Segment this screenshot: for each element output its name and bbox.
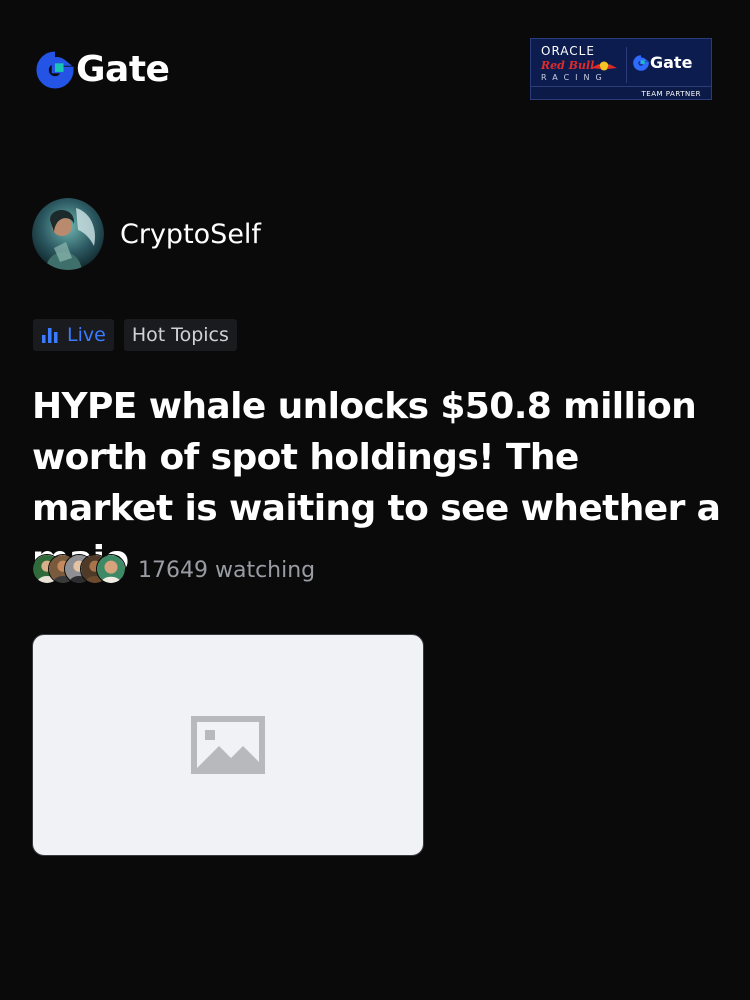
author-row[interactable]: CryptoSelf bbox=[32, 198, 261, 270]
badge-gate-text: Gate bbox=[650, 53, 693, 72]
viewer-avatar bbox=[96, 554, 126, 584]
badge-divider bbox=[626, 47, 627, 83]
watching-row: 17649 watching bbox=[32, 553, 315, 587]
gate-logo-icon bbox=[36, 51, 74, 89]
bar-chart-icon bbox=[42, 328, 58, 343]
hot-topics-tag[interactable]: Hot Topics bbox=[123, 319, 237, 351]
gate-logo-icon bbox=[633, 54, 649, 71]
brand-name: Gate bbox=[76, 49, 170, 90]
team-partner-badge[interactable]: ORACLE Red Bull RACING Gate TEAM PARTNER bbox=[530, 38, 712, 100]
live-tag[interactable]: Live bbox=[33, 319, 114, 351]
badge-team-partner-text: TEAM PARTNER bbox=[641, 90, 701, 98]
hot-topics-label: Hot Topics bbox=[131, 324, 229, 346]
badge-racing-text: RACING bbox=[541, 73, 608, 82]
author-name[interactable]: CryptoSelf bbox=[120, 219, 261, 250]
tag-row: Live Hot Topics bbox=[33, 319, 237, 351]
gate-logo[interactable]: Gate bbox=[36, 49, 170, 90]
badge-oracle-text: ORACLE bbox=[541, 44, 595, 58]
badge-gate-logo: Gate bbox=[633, 53, 692, 72]
watching-count: 17649 watching bbox=[138, 557, 316, 583]
badge-redbull-text: Red Bull bbox=[541, 59, 595, 72]
live-tag-label: Live bbox=[67, 324, 106, 346]
post-image[interactable] bbox=[32, 634, 424, 856]
image-placeholder-icon bbox=[191, 716, 265, 774]
badge-footer-bar: TEAM PARTNER bbox=[531, 86, 711, 99]
avatar[interactable] bbox=[32, 198, 104, 270]
redbull-logo-icon bbox=[591, 61, 617, 71]
viewer-avatars bbox=[32, 554, 128, 586]
